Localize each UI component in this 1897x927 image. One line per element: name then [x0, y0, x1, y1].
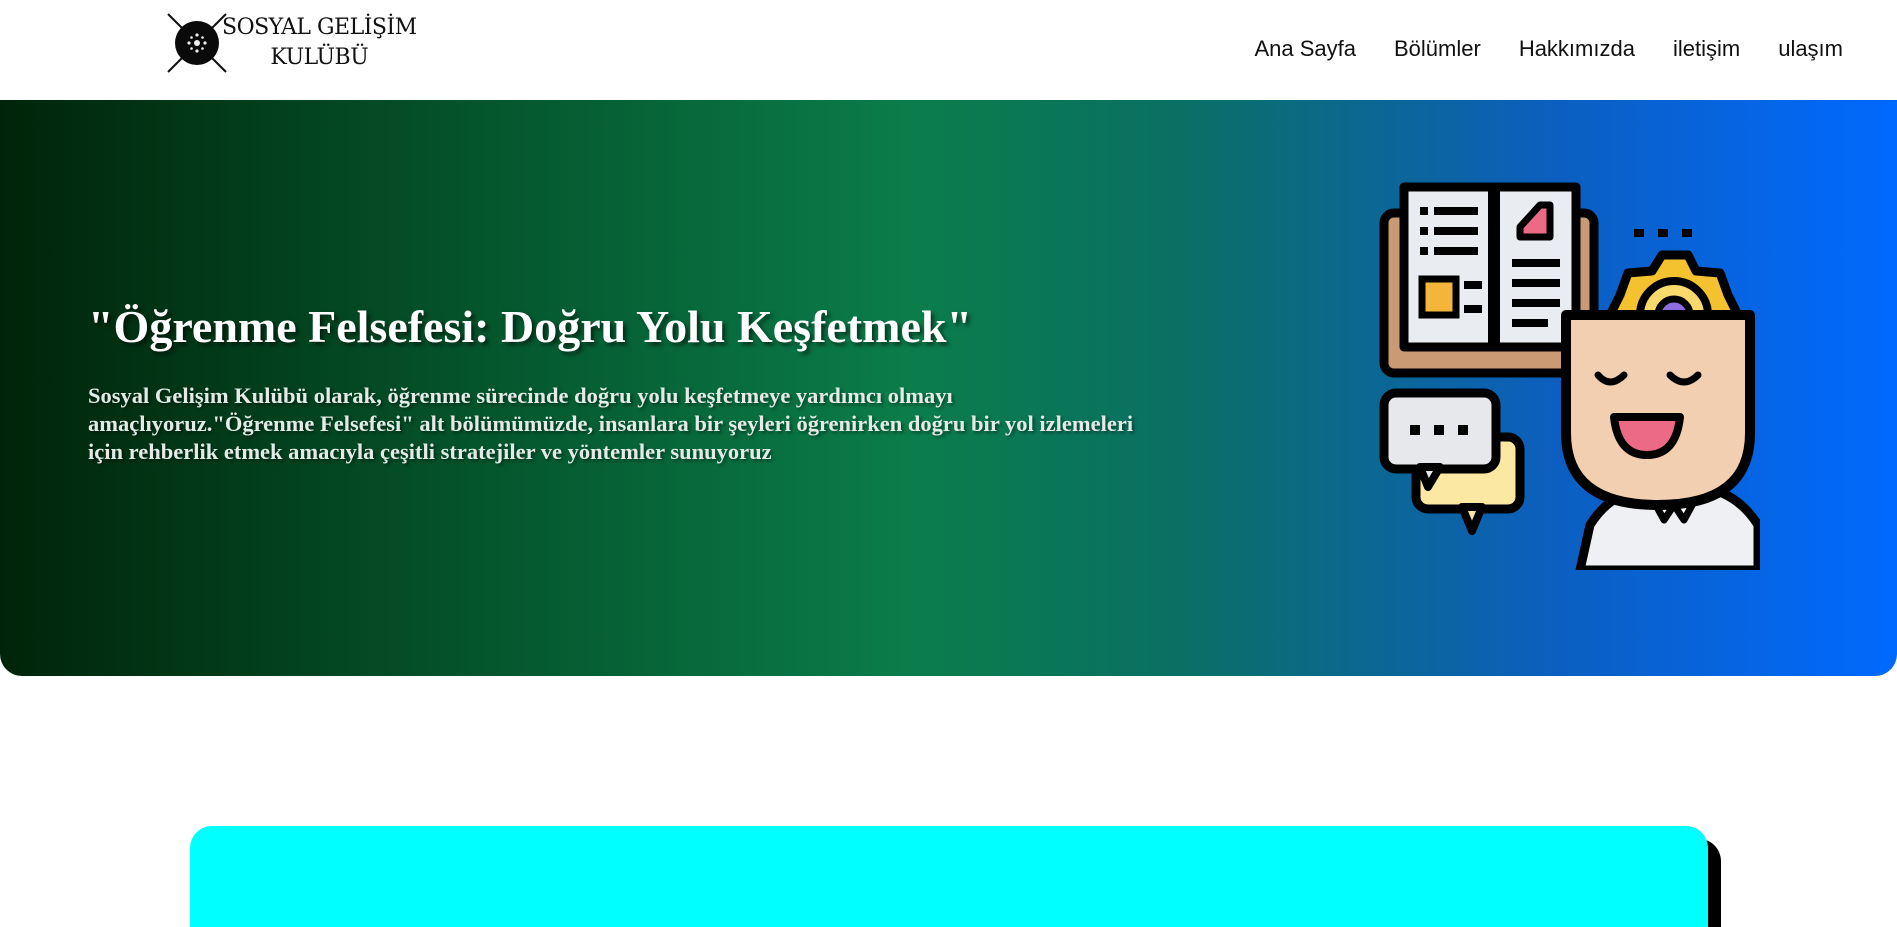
learning-mind-icon [1379, 182, 1760, 570]
content-card [190, 826, 1708, 927]
main-nav: Ana Sayfa Bölümler Hakkımızda iletişim u… [1254, 36, 1843, 62]
hero-title: "Öğrenme Felsefesi: Doğru Yolu Keşfetmek… [88, 301, 972, 352]
hero-banner: "Öğrenme Felsefesi: Doğru Yolu Keşfetmek… [0, 100, 1897, 676]
hero-description: Sosyal Gelişim Kulübü olarak, öğrenme sü… [88, 383, 1134, 464]
logo-text: SOSYAL GELİŞİM KULÜBÜ [222, 13, 417, 73]
logo-text-line1: SOSYAL GELİŞİM [222, 15, 417, 40]
nav-link-ana-sayfa[interactable]: Ana Sayfa [1254, 36, 1356, 62]
logo-text-line2: KULÜBÜ [270, 45, 369, 70]
nav-link-bolumler[interactable]: Bölümler [1394, 36, 1481, 62]
nav-link-iletisim[interactable]: iletişim [1673, 36, 1740, 62]
nav-link-ulasim[interactable]: ulaşım [1778, 36, 1843, 62]
nav-link-hakkimizda[interactable]: Hakkımızda [1519, 36, 1635, 62]
club-logo[interactable]: SOSYAL GELİŞİM KULÜBÜ [166, 12, 417, 74]
logo-emblem-icon [167, 13, 227, 73]
site-header: SOSYAL GELİŞİM KULÜBÜ Ana Sayfa Bölümler… [0, 0, 1897, 100]
